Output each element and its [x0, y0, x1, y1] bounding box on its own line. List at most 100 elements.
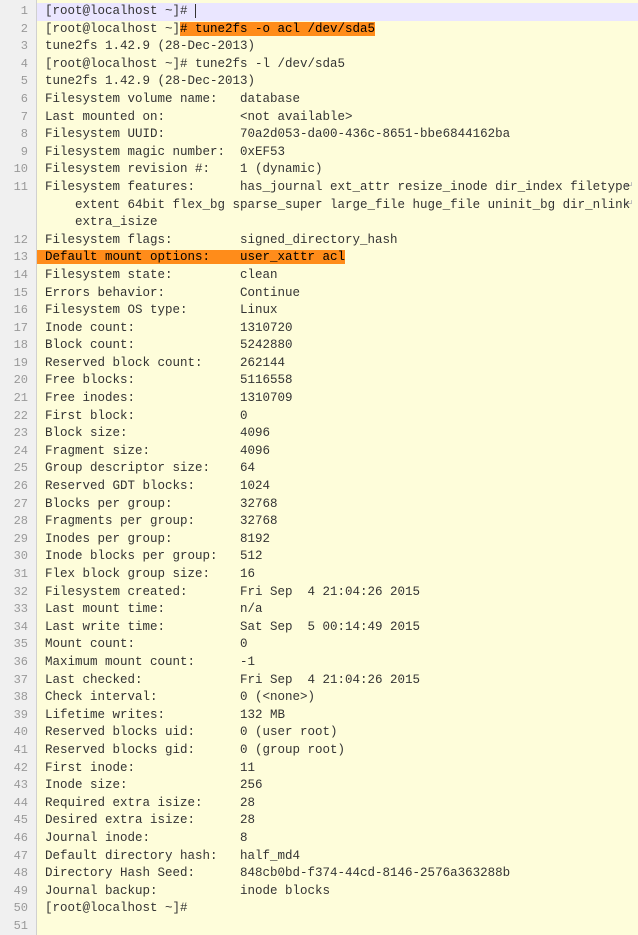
code-line: Fragment size: 4096: [45, 443, 638, 461]
line-number: 24: [0, 443, 36, 461]
code-line: [root@localhost ~]# tune2fs -l /dev/sda5: [45, 56, 638, 74]
line-number: 28: [0, 513, 36, 531]
line-number-gutter: 1234567891011121314151617181920212223242…: [0, 0, 37, 935]
code-line: Filesystem state: clean: [45, 267, 638, 285]
code-line: Journal inode: 8: [45, 830, 638, 848]
code-line: Default directory hash: half_md4: [45, 848, 638, 866]
line-number: 36: [0, 654, 36, 672]
line-number: 35: [0, 636, 36, 654]
line-number: 23: [0, 425, 36, 443]
line-number: 20: [0, 372, 36, 390]
line-number: 3: [0, 38, 36, 56]
code-line: Inode size: 256: [45, 777, 638, 795]
code-line: Fragments per group: 32768: [45, 513, 638, 531]
code-line: Lifetime writes: 132 MB: [45, 707, 638, 725]
code-line: Reserved GDT blocks: 1024: [45, 478, 638, 496]
line-number: 39: [0, 707, 36, 725]
code-line: Flex block group size: 16: [45, 566, 638, 584]
line-number: [0, 214, 36, 232]
code-line: Block size: 4096: [45, 425, 638, 443]
line-number: 6: [0, 91, 36, 109]
code-line: Maximum mount count: -1: [45, 654, 638, 672]
line-number: 16: [0, 302, 36, 320]
line-number: 13: [0, 249, 36, 267]
line-number: 38: [0, 689, 36, 707]
editor-container: 1234567891011121314151617181920212223242…: [0, 0, 638, 935]
code-line: Last mounted on: <not available>: [45, 109, 638, 127]
line-number: [0, 197, 36, 215]
code-line: Filesystem revision #: 1 (dynamic): [45, 161, 638, 179]
code-line: [root@localhost ~]#: [45, 900, 638, 918]
code-line: Group descriptor size: 64: [45, 460, 638, 478]
code-line: Filesystem UUID: 70a2d053-da00-436c-8651…: [45, 126, 638, 144]
line-number: 25: [0, 460, 36, 478]
code-line: [root@localhost ~]#: [45, 3, 638, 21]
code-line: Free inodes: 1310709: [45, 390, 638, 408]
line-number: 34: [0, 619, 36, 637]
line-number: 17: [0, 320, 36, 338]
line-number: 26: [0, 478, 36, 496]
line-number: 33: [0, 601, 36, 619]
line-number: 22: [0, 408, 36, 426]
code-line: Check interval: 0 (<none>): [45, 689, 638, 707]
line-number: 8: [0, 126, 36, 144]
line-number: 46: [0, 830, 36, 848]
highlighted-row: Default mount options: user_xattr acl: [37, 250, 345, 264]
line-number: 18: [0, 337, 36, 355]
code-line: Reserved blocks gid: 0 (group root): [45, 742, 638, 760]
line-number: 21: [0, 390, 36, 408]
line-number: 19: [0, 355, 36, 373]
code-line: Journal backup: inode blocks: [45, 883, 638, 901]
line-number: 44: [0, 795, 36, 813]
line-number: 43: [0, 777, 36, 795]
line-number: 47: [0, 848, 36, 866]
code-line: First inode: 11: [45, 760, 638, 778]
code-line: Default mount options: user_xattr acl: [37, 249, 638, 267]
line-number: 12: [0, 232, 36, 250]
code-line: Errors behavior: Continue: [45, 285, 638, 303]
line-number: 32: [0, 584, 36, 602]
line-number: 10: [0, 161, 36, 179]
line-number: 42: [0, 760, 36, 778]
code-line: Inode blocks per group: 512: [45, 548, 638, 566]
line-number: 14: [0, 267, 36, 285]
code-line: Desired extra isize: 28: [45, 812, 638, 830]
line-number: 29: [0, 531, 36, 549]
code-line: Filesystem volume name: database: [45, 91, 638, 109]
line-number: 5: [0, 73, 36, 91]
code-line: Reserved blocks uid: 0 (user root): [45, 724, 638, 742]
line-number: 7: [0, 109, 36, 127]
code-line: Reserved block count: 262144: [45, 355, 638, 373]
code-line: tune2fs 1.42.9 (28-Dec-2013): [45, 38, 638, 56]
code-line: Filesystem created: Fri Sep 4 21:04:26 2…: [45, 584, 638, 602]
code-line: Inodes per group: 8192: [45, 531, 638, 549]
line-number: 11: [0, 179, 36, 197]
line-number: 45: [0, 812, 36, 830]
line-number: 4: [0, 56, 36, 74]
code-line: ↵Filesystem features: has_journal ext_at…: [45, 179, 638, 197]
line-number: 31: [0, 566, 36, 584]
code-line: extra_isize: [45, 214, 638, 232]
code-line: [root@localhost ~]# tune2fs -o acl /dev/…: [45, 21, 638, 39]
line-number: 9: [0, 144, 36, 162]
code-line: Filesystem flags: signed_directory_hash: [45, 232, 638, 250]
code-line: Block count: 5242880: [45, 337, 638, 355]
code-line: Filesystem magic number: 0xEF53: [45, 144, 638, 162]
line-number: 2: [0, 21, 36, 39]
code-line: Directory Hash Seed: 848cb0bd-f374-44cd-…: [45, 865, 638, 883]
line-number: 27: [0, 496, 36, 514]
code-line: First block: 0: [45, 408, 638, 426]
code-line: Inode count: 1310720: [45, 320, 638, 338]
text-cursor: [195, 4, 196, 18]
code-line: Blocks per group: 32768: [45, 496, 638, 514]
code-line: Free blocks: 5116558: [45, 372, 638, 390]
code-line: Last write time: Sat Sep 5 00:14:49 2015: [45, 619, 638, 637]
line-number: 37: [0, 672, 36, 690]
code-line: ↵ extent 64bit flex_bg sparse_super larg…: [45, 197, 638, 215]
code-line: Last mount time: n/a: [45, 601, 638, 619]
line-number: 1: [0, 3, 36, 21]
code-line: Mount count: 0: [45, 636, 638, 654]
line-number: 15: [0, 285, 36, 303]
line-number: 40: [0, 724, 36, 742]
code-editor[interactable]: [root@localhost ~]# [root@localhost ~]# …: [37, 0, 638, 935]
